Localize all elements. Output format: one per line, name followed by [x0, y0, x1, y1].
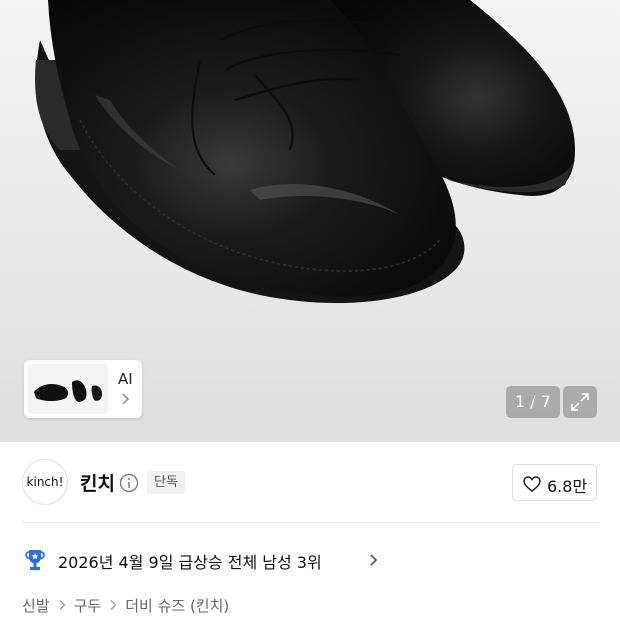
- ai-label: AI: [118, 370, 133, 388]
- ranking-text: 2026년 4월 9일 급상승 전체 남성 3위: [58, 553, 322, 572]
- breadcrumb: 신발 구두 더비 슈즈 (킨치): [22, 594, 229, 616]
- divider: [22, 522, 598, 523]
- exclusive-badge: 단독: [147, 471, 185, 494]
- chevron-right-icon: [59, 600, 66, 610]
- breadcrumb-item-derby-shoes[interactable]: 더비 슈즈 (킨치): [125, 595, 229, 616]
- expand-button[interactable]: [563, 386, 597, 418]
- like-button[interactable]: 6.8만: [512, 464, 597, 501]
- product-image-gallery[interactable]: AI 1 / 7: [0, 0, 620, 442]
- like-count: 6.8만: [547, 477, 588, 496]
- image-counter: 1 / 7: [506, 386, 560, 418]
- chevron-right-icon: [370, 554, 378, 566]
- ai-thumbnail-card[interactable]: AI: [24, 360, 142, 418]
- brand-logo[interactable]: kinch!: [22, 459, 68, 505]
- breadcrumb-item-dress-shoes[interactable]: 구두: [74, 595, 102, 616]
- thumbnail-image: [28, 364, 108, 414]
- expand-icon: [571, 393, 589, 411]
- chevron-right-icon: [122, 393, 130, 405]
- breadcrumb-item-shoes[interactable]: 신발: [22, 595, 50, 616]
- brand-row: kinch! 킨치 단독 6.8만: [0, 442, 620, 522]
- brand-name[interactable]: 킨치: [80, 469, 115, 496]
- heart-icon: [523, 476, 541, 492]
- chevron-right-icon: [110, 600, 117, 610]
- info-icon[interactable]: [119, 473, 139, 493]
- ranking-link[interactable]: 2026년 4월 9일 급상승 전체 남성 3위: [22, 545, 582, 575]
- trophy-icon: [25, 550, 45, 570]
